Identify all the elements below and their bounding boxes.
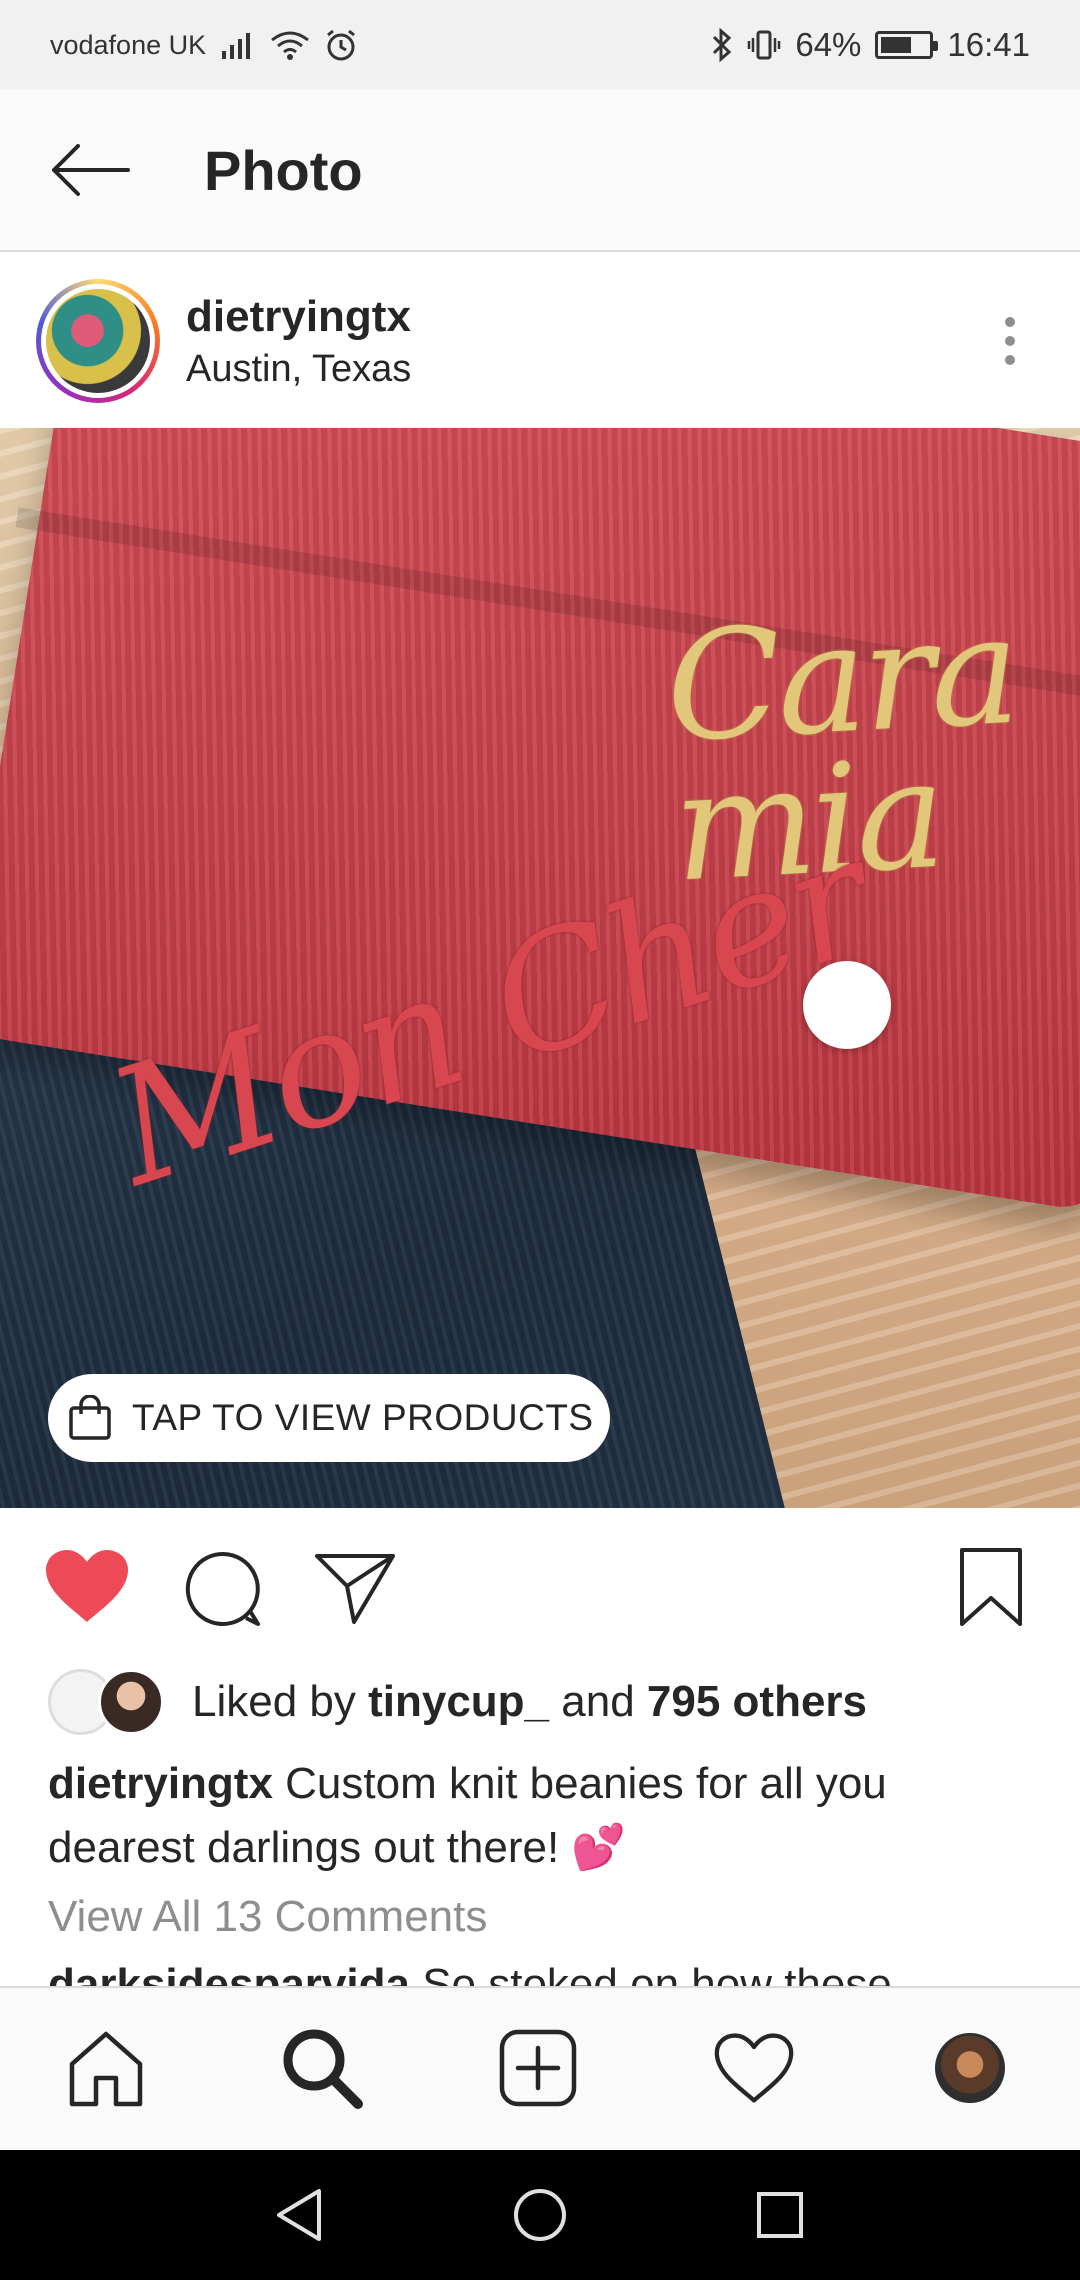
comment-button[interactable]	[184, 1550, 262, 1628]
battery-icon	[875, 31, 939, 59]
post-header: dietryingtx Austin, Texas	[0, 254, 1080, 428]
alarm-icon	[324, 28, 358, 62]
triangle-back-icon	[277, 2189, 321, 2241]
nav-recents-button[interactable]	[740, 2175, 820, 2255]
nav-back-button[interactable]	[260, 2175, 340, 2255]
comment-username[interactable]: darksidesparvida	[48, 1960, 410, 1986]
profile-avatar	[935, 2033, 1005, 2103]
post-actions	[0, 1510, 1080, 1660]
comment-preview: darksidesparvida So stoked on how these	[48, 1960, 892, 1986]
comment-text: So stoked on how these	[409, 1960, 892, 1986]
user-avatar[interactable]	[36, 279, 160, 403]
tab-activity[interactable]	[704, 2018, 804, 2118]
shopping-bag-icon	[69, 1395, 111, 1440]
post-photo[interactable]: Cara mia Mon Cher TAP TO VIEW PRODUCTS	[0, 428, 1080, 1508]
heart-outline-icon	[714, 2033, 794, 2103]
post-location[interactable]: Austin, Texas	[186, 348, 411, 391]
tab-new-post[interactable]	[488, 2018, 588, 2118]
bluetooth-icon	[711, 28, 733, 62]
view-products-label: TAP TO VIEW PRODUCTS	[132, 1397, 594, 1438]
circle-home-icon	[514, 2189, 566, 2241]
liker-username[interactable]: tinycup_	[368, 1677, 549, 1726]
product-tag-dot[interactable]	[803, 961, 891, 1049]
status-bar: vodafone UK 64% 16:41	[0, 0, 1080, 90]
carrier-name: vodafone UK	[50, 29, 207, 60]
post-username[interactable]: dietryingtx	[186, 292, 411, 342]
avatar	[98, 1669, 164, 1735]
paper-plane-icon	[315, 1554, 395, 1624]
search-icon	[283, 2029, 363, 2109]
arrow-left-icon	[52, 144, 130, 196]
tab-home[interactable]	[56, 2018, 156, 2118]
heart-filled-icon	[46, 1550, 128, 1622]
vibrate-icon	[747, 28, 781, 62]
home-icon	[69, 2031, 143, 2107]
caption-username[interactable]: dietryingtx	[48, 1759, 273, 1808]
share-button[interactable]	[314, 1552, 396, 1626]
more-dots-icon	[1005, 317, 1015, 327]
like-button[interactable]	[44, 1548, 130, 1624]
signal-icon	[220, 31, 256, 59]
view-products-button[interactable]: TAP TO VIEW PRODUCTS	[48, 1374, 610, 1462]
liker-avatars	[48, 1667, 168, 1737]
tab-profile[interactable]	[920, 2018, 1020, 2118]
likes-summary[interactable]: Liked by tinycup_ and 795 others	[192, 1677, 867, 1727]
clock: 16:41	[947, 26, 1030, 63]
post-caption: dietryingtx Custom knit beanies for all …	[48, 1752, 1008, 1880]
bottom-tab-bar	[0, 1986, 1080, 2150]
save-button[interactable]	[958, 1546, 1024, 1628]
nav-home-button[interactable]	[500, 2175, 580, 2255]
page-title: Photo	[204, 138, 363, 202]
view-all-comments-link[interactable]: View All 13 Comments	[48, 1892, 487, 1942]
comment-bubble-icon	[185, 1551, 260, 1626]
likes-row[interactable]: Liked by tinycup_ and 795 others	[48, 1660, 867, 1744]
tab-search[interactable]	[272, 2018, 372, 2118]
bookmark-icon	[960, 1548, 1022, 1626]
system-nav-bar	[0, 2150, 1080, 2280]
likes-count[interactable]: 795 others	[647, 1677, 867, 1726]
square-recents-icon	[757, 2192, 803, 2238]
battery-percent: 64%	[795, 26, 862, 63]
more-options-button[interactable]	[990, 301, 1030, 381]
wifi-icon	[270, 30, 310, 60]
back-button[interactable]	[30, 110, 150, 230]
top-app-bar: Photo	[0, 90, 1080, 252]
plus-square-icon	[499, 2029, 577, 2107]
